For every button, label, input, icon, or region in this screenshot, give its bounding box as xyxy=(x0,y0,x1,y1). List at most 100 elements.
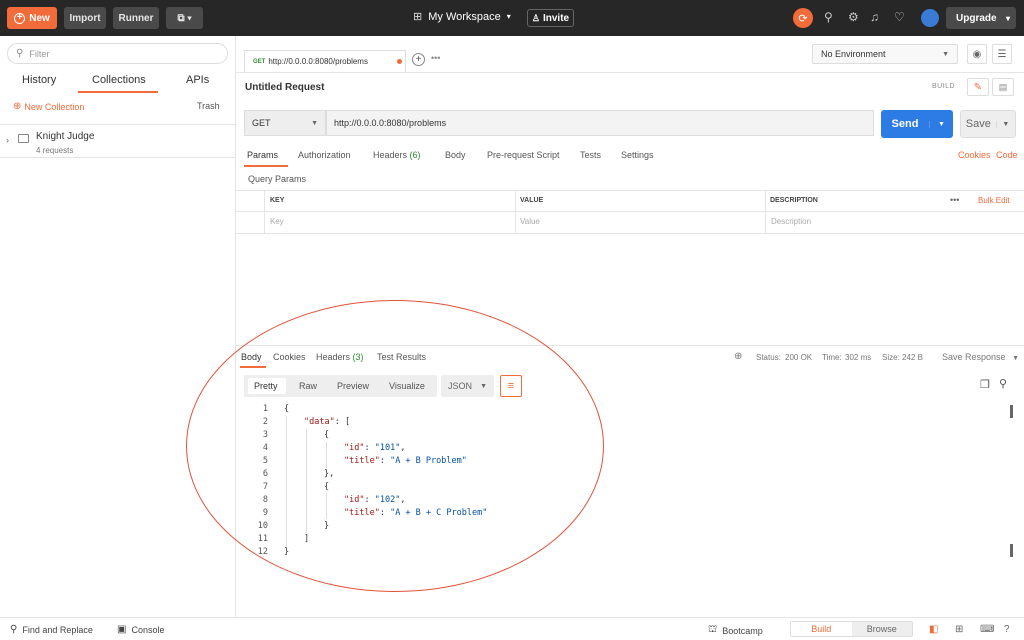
import-button[interactable]: Import xyxy=(64,7,106,29)
find-replace-label: Find and Replace xyxy=(22,624,93,635)
keyboard-icon[interactable]: ⌨ xyxy=(980,624,994,635)
code-line-10: } xyxy=(324,521,330,531)
format-raw[interactable]: Raw xyxy=(299,381,317,391)
column-divider xyxy=(765,212,766,234)
environment-label: No Environment xyxy=(821,49,886,59)
layout-icon[interactable]: ⊞ xyxy=(955,624,963,635)
language-label: JSON xyxy=(448,381,473,391)
request-tab[interactable]: GET http://0.0.0.0:8080/problems xyxy=(244,50,406,72)
scrollbar-thumb[interactable] xyxy=(1010,405,1013,418)
params-table-header: KEY VALUE DESCRIPTION ••• Bulk Edit xyxy=(236,190,1024,213)
format-visualize[interactable]: Visualize xyxy=(389,381,425,391)
tab-history[interactable]: History xyxy=(22,74,56,86)
column-divider xyxy=(765,191,766,213)
description-header: DESCRIPTION xyxy=(770,197,818,204)
format-preview[interactable]: Preview xyxy=(337,381,369,391)
response-tab-body[interactable]: Body xyxy=(241,352,262,362)
column-divider xyxy=(515,212,516,234)
save-response-button[interactable]: Save Response ▼ xyxy=(942,352,1019,362)
two-pane-icon[interactable]: ◧ xyxy=(929,624,938,635)
runner-button[interactable]: Runner xyxy=(113,7,159,29)
code-line-9: "title": "A + B + C Problem" xyxy=(344,508,488,518)
bulk-edit-link[interactable]: Bulk Edit xyxy=(978,196,1010,205)
bell-icon[interactable]: ♫ xyxy=(870,10,879,24)
filter-input[interactable]: ⚲ Filter xyxy=(7,43,228,64)
chevron-down-icon[interactable]: ▼ xyxy=(995,120,1015,128)
wrap-lines-icon[interactable]: ≡ xyxy=(500,375,522,397)
method-select[interactable]: GET ▼ xyxy=(244,110,326,136)
console-button[interactable]: ▣ Console xyxy=(117,624,164,635)
satellite-icon[interactable]: ⚲ xyxy=(824,10,833,24)
request-tab-url: http://0.0.0.0:8080/problems xyxy=(268,57,368,66)
trash-link[interactable]: Trash xyxy=(197,101,220,111)
code-line-8: "id": "102", xyxy=(344,495,406,505)
new-collection-button[interactable]: ⊕ New Collection xyxy=(13,101,84,112)
status-value: 200 OK xyxy=(785,353,813,362)
tab-body[interactable]: Body xyxy=(445,150,466,160)
description-input[interactable]: Description xyxy=(771,217,811,226)
cookies-link[interactable]: Cookies xyxy=(958,150,991,160)
line-number: 5 xyxy=(262,456,268,466)
sliders-icon[interactable]: ☰ xyxy=(992,44,1012,64)
method-label: GET xyxy=(252,118,271,128)
settings-icon[interactable]: ⚙ xyxy=(848,10,859,24)
sync-icon[interactable]: ⟳ xyxy=(793,8,813,28)
response-tab-test-results[interactable]: Test Results xyxy=(377,352,426,362)
response-tab-headers[interactable]: Headers (3) xyxy=(316,352,364,362)
find-replace-button[interactable]: ⚲ Find and Replace xyxy=(10,624,93,635)
search-icon[interactable]: ⚲ xyxy=(999,377,1007,390)
send-button[interactable]: Send ▼ xyxy=(881,110,953,138)
tab-authorization[interactable]: Authorization xyxy=(298,150,351,160)
tab-tests[interactable]: Tests xyxy=(580,150,601,160)
code-line-4: "id": "101", xyxy=(344,443,406,453)
new-window-button[interactable]: ⧉ ▾ xyxy=(166,7,203,29)
format-pretty[interactable]: Pretty xyxy=(254,381,278,391)
line-number: 4 xyxy=(262,443,268,453)
tab-headers[interactable]: Headers (6) xyxy=(373,150,421,160)
tab-prerequest-script[interactable]: Pre-request Script xyxy=(487,150,560,160)
value-header: VALUE xyxy=(520,197,544,204)
build-mode-button[interactable]: Build xyxy=(791,622,852,636)
bootcamp-button[interactable]: ⛫ Bootcamp xyxy=(708,624,763,637)
invite-button[interactable]: ♙ Invite xyxy=(527,9,574,27)
bootcamp-label: Bootcamp xyxy=(722,625,763,636)
tab-settings[interactable]: Settings xyxy=(621,150,654,160)
request-title[interactable]: Untitled Request xyxy=(245,82,324,93)
upgrade-button[interactable]: Upgrade ▾ xyxy=(946,7,1016,29)
globe-icon[interactable]: ⊕ xyxy=(734,351,742,362)
add-tab-button[interactable]: + xyxy=(412,53,425,66)
format-switcher: Pretty Raw Preview Visualize xyxy=(244,375,437,397)
environment-select[interactable]: No Environment ▼ xyxy=(812,44,958,64)
value-input[interactable]: Value xyxy=(520,217,540,226)
heart-icon[interactable]: ♡ xyxy=(894,10,905,24)
code-line-5: "title": "A + B Problem" xyxy=(344,456,467,466)
key-input[interactable]: Key xyxy=(270,217,284,226)
language-select[interactable]: JSON ▼ xyxy=(441,375,494,397)
collection-item[interactable]: › Knight Judge 4 requests xyxy=(0,124,235,158)
more-options-icon[interactable]: ••• xyxy=(950,195,959,205)
eye-icon[interactable]: ◉ xyxy=(967,44,987,64)
indent-guide xyxy=(286,416,287,546)
new-button[interactable]: + New xyxy=(7,7,57,29)
copy-icon[interactable]: ❐ xyxy=(980,378,990,391)
response-tab-headers-count: (3) xyxy=(352,352,364,362)
tab-collections[interactable]: Collections xyxy=(92,74,146,86)
url-input[interactable]: http://0.0.0.0:8080/problems xyxy=(326,110,874,136)
chevron-down-icon[interactable]: ▼ xyxy=(929,120,953,128)
tab-apis[interactable]: APIs xyxy=(186,74,209,86)
response-divider[interactable] xyxy=(236,345,1024,346)
edit-icon[interactable]: ✎ xyxy=(967,78,989,96)
chevron-down-icon: ▼ xyxy=(942,50,949,58)
workspace-switcher[interactable]: ⊞ My Workspace ▾ xyxy=(413,10,511,24)
save-button[interactable]: Save ▼ xyxy=(960,110,1016,138)
response-tab-cookies[interactable]: Cookies xyxy=(273,352,306,362)
comment-icon[interactable]: ▤ xyxy=(992,78,1014,96)
code-link[interactable]: Code xyxy=(996,150,1018,160)
more-tabs-icon[interactable]: ••• xyxy=(431,53,440,63)
avatar[interactable] xyxy=(921,9,939,27)
browse-mode-button[interactable]: Browse xyxy=(851,622,912,636)
help-icon[interactable]: ? xyxy=(1004,624,1010,635)
new-button-label: New xyxy=(29,12,50,24)
tab-params[interactable]: Params xyxy=(247,150,278,160)
scrollbar-thumb[interactable] xyxy=(1010,544,1013,557)
